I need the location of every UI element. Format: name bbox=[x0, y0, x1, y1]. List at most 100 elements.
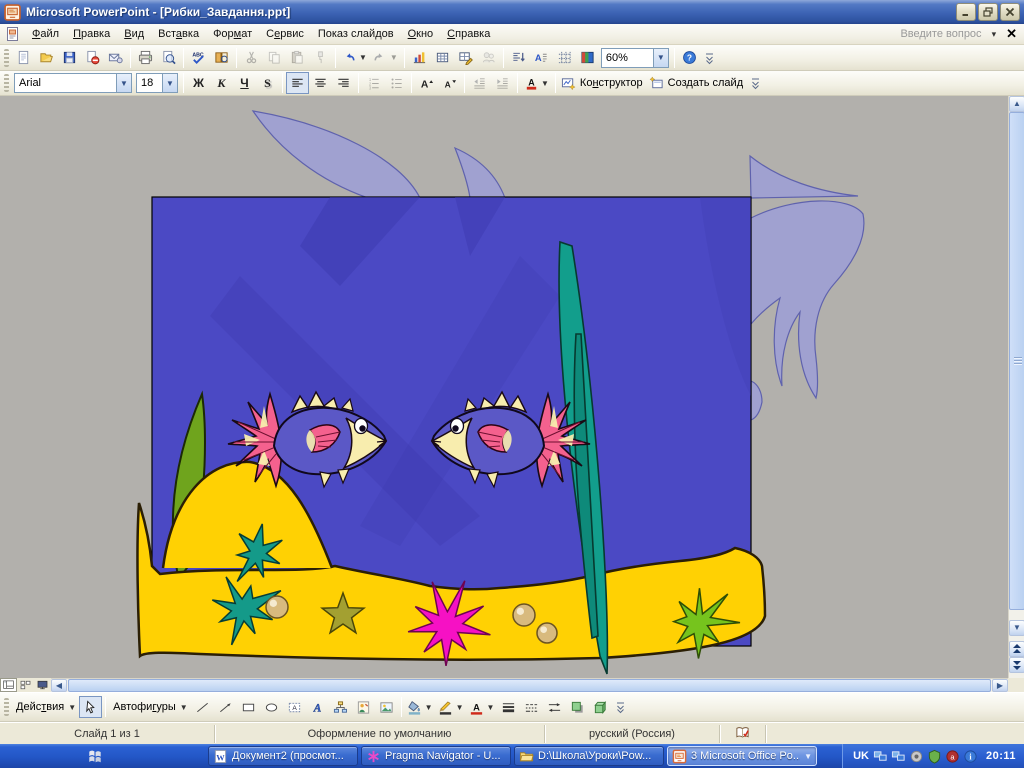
zoom-dropdown-icon[interactable]: ▼ bbox=[652, 48, 668, 67]
language-indicator[interactable]: UK bbox=[853, 750, 869, 762]
undo-button[interactable]: ▼ bbox=[339, 47, 370, 69]
spelling-button[interactable]: ABC bbox=[187, 47, 210, 69]
autoshapes-dropdown-icon[interactable]: ▼ bbox=[179, 703, 189, 712]
scroll-down-button[interactable]: ▼ bbox=[1009, 620, 1024, 636]
permission-button[interactable] bbox=[81, 47, 104, 69]
redo-dropdown-icon[interactable]: ▼ bbox=[389, 53, 399, 62]
question-dropdown-icon[interactable]: ▾ bbox=[992, 29, 997, 40]
text-shadow-button[interactable]: S bbox=[256, 72, 279, 94]
vertical-scrollbar[interactable]: ▲ ▼ bbox=[1008, 96, 1024, 678]
restore-button[interactable] bbox=[978, 3, 998, 21]
toolbar-options-chevron[interactable] bbox=[749, 72, 762, 94]
close-button[interactable] bbox=[1000, 3, 1020, 21]
shadow-style-button[interactable] bbox=[566, 696, 589, 718]
menu-edit[interactable]: Правка bbox=[66, 26, 117, 43]
pearl[interactable] bbox=[512, 603, 536, 627]
bold-button[interactable]: Ж bbox=[187, 72, 210, 94]
copy-button[interactable] bbox=[263, 47, 286, 69]
format-painter-button[interactable] bbox=[309, 47, 332, 69]
line-color-button[interactable]: ▼ bbox=[436, 696, 467, 718]
design-button[interactable]: Конструктор bbox=[559, 72, 647, 94]
color-grayscale-button[interactable] bbox=[576, 47, 599, 69]
taskbar-task[interactable]: W Документ2 (просмот... bbox=[208, 746, 358, 766]
text-box-button[interactable]: А bbox=[283, 696, 306, 718]
font-name-combo[interactable]: Arial ▼ bbox=[14, 73, 132, 93]
new-button[interactable] bbox=[12, 47, 35, 69]
decrease-indent-button[interactable] bbox=[468, 72, 491, 94]
print-button[interactable] bbox=[134, 47, 157, 69]
align-left-button[interactable] bbox=[286, 72, 309, 94]
save-button[interactable] bbox=[58, 47, 81, 69]
pearl[interactable] bbox=[265, 595, 289, 619]
ask-question-input[interactable]: Введите вопрос bbox=[900, 28, 981, 40]
research-button[interactable] bbox=[210, 47, 233, 69]
slide-sorter-view-button[interactable] bbox=[17, 678, 34, 692]
menu-view[interactable]: Вид bbox=[117, 26, 151, 43]
increase-indent-button[interactable] bbox=[491, 72, 514, 94]
line-color-dropdown-icon[interactable]: ▼ bbox=[455, 703, 465, 712]
email-button[interactable] bbox=[104, 47, 127, 69]
scroll-left-button[interactable]: ◀ bbox=[51, 679, 67, 692]
menu-slideshow[interactable]: Показ слайдов bbox=[311, 26, 401, 43]
badgea-tray-icon[interactable]: a bbox=[945, 749, 960, 764]
draw-actions-dropdown-icon[interactable]: ▼ bbox=[67, 703, 77, 712]
show-formatting-button[interactable]: A bbox=[530, 47, 553, 69]
decrease-font-size-button[interactable]: А bbox=[438, 72, 461, 94]
scroll-right-button[interactable]: ▶ bbox=[992, 679, 1008, 692]
increase-font-size-button[interactable]: А bbox=[415, 72, 438, 94]
font-size-combo[interactable]: 18 ▼ bbox=[136, 73, 178, 93]
toolbar-drag-handle[interactable] bbox=[4, 698, 9, 716]
network-tray-icon[interactable] bbox=[891, 749, 906, 764]
font-color-draw-dropdown-icon[interactable]: ▼ bbox=[486, 703, 496, 712]
taskbar-task[interactable]: 3 Microsoft Office Po... ▼ bbox=[667, 746, 817, 766]
toolbar-drag-handle[interactable] bbox=[4, 48, 9, 67]
menu-window[interactable]: Окно bbox=[401, 26, 441, 43]
menubar-close-icon[interactable]: ✕ bbox=[1006, 26, 1017, 42]
cut-button[interactable] bbox=[240, 47, 263, 69]
bullets-button[interactable] bbox=[385, 72, 408, 94]
italic-button[interactable]: К bbox=[210, 72, 233, 94]
slide[interactable] bbox=[136, 196, 767, 675]
menu-help[interactable]: Справка bbox=[440, 26, 497, 43]
font-color-button[interactable]: А ▼ bbox=[521, 72, 552, 94]
clip-art-button[interactable] bbox=[352, 696, 375, 718]
normal-view-button[interactable] bbox=[0, 678, 17, 692]
menu-insert[interactable]: Вставка bbox=[151, 26, 206, 43]
document-icon[interactable] bbox=[5, 26, 21, 42]
select-objects-button[interactable] bbox=[79, 696, 103, 718]
font-color-draw-button[interactable]: А ▼ bbox=[467, 696, 498, 718]
windows-flag-icon[interactable] bbox=[86, 748, 104, 764]
rectangle-button[interactable] bbox=[237, 696, 260, 718]
volume-tray-icon[interactable] bbox=[909, 749, 924, 764]
toolbar-drag-handle[interactable] bbox=[4, 74, 9, 92]
zoom-combo[interactable]: 60% ▼ bbox=[600, 47, 669, 68]
badgei-tray-icon[interactable]: i bbox=[963, 749, 978, 764]
spellcheck-status[interactable] bbox=[720, 724, 766, 743]
previous-slide-button[interactable] bbox=[1009, 641, 1024, 657]
show-grid-button[interactable] bbox=[553, 47, 576, 69]
new-slide-button[interactable]: Создать слайд bbox=[647, 72, 747, 94]
align-center-button[interactable] bbox=[309, 72, 332, 94]
line-button[interactable] bbox=[191, 696, 214, 718]
language-status[interactable]: русский (Россия) bbox=[545, 724, 720, 743]
underline-button[interactable]: Ч bbox=[233, 72, 256, 94]
menu-file[interactable]: Файл bbox=[25, 26, 66, 43]
open-button[interactable] bbox=[35, 47, 58, 69]
menu-tools[interactable]: Сервис bbox=[259, 26, 311, 43]
wordart-button[interactable]: A bbox=[306, 696, 329, 718]
font-color-dropdown-icon[interactable]: ▼ bbox=[540, 79, 550, 88]
toolbar-options-chevron[interactable] bbox=[703, 47, 716, 69]
arrow-button[interactable] bbox=[214, 696, 237, 718]
fill-color-dropdown-icon[interactable]: ▼ bbox=[424, 703, 434, 712]
numbering-button[interactable]: 123 bbox=[362, 72, 385, 94]
print-preview-button[interactable] bbox=[157, 47, 180, 69]
insert-chart-button[interactable] bbox=[408, 47, 431, 69]
font-size-dropdown-icon[interactable]: ▼ bbox=[162, 74, 177, 92]
menu-format[interactable]: Формат bbox=[206, 26, 259, 43]
3d-style-button[interactable] bbox=[589, 696, 612, 718]
taskbar-task[interactable]: Pragma Navigator - U... bbox=[361, 746, 511, 766]
vertical-scroll-thumb[interactable] bbox=[1009, 112, 1024, 610]
horizontal-scrollbar[interactable]: ◀ ▶ bbox=[51, 678, 1008, 692]
oval-button[interactable] bbox=[260, 696, 283, 718]
tables-and-borders-button[interactable] bbox=[454, 47, 477, 69]
